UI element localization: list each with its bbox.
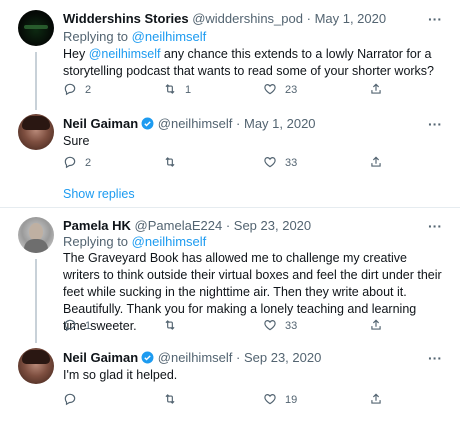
retweet-icon <box>165 157 175 167</box>
tweet-actions: 1 33 <box>63 318 393 334</box>
tweet-header: Widdershins Stories @widdershins_pod · M… <box>63 11 386 27</box>
retweet-count: 1 <box>185 84 192 96</box>
avatar[interactable] <box>18 114 54 150</box>
like-count: 19 <box>285 394 298 406</box>
avatar[interactable] <box>18 10 54 46</box>
author-handle[interactable]: @PamelaE224 <box>135 218 223 233</box>
author-name[interactable]: Widdershins Stories <box>63 11 189 26</box>
author-name[interactable]: Neil Gaiman <box>63 116 138 131</box>
avatar-hair <box>22 116 50 130</box>
reply-count: 2 <box>85 157 92 169</box>
author-name[interactable]: Pamela HK <box>63 218 131 233</box>
like-button[interactable]: 33 <box>263 318 297 334</box>
tweet[interactable]: Neil Gaiman @neilhimself · May 1, 2020 ·… <box>0 107 460 207</box>
author-handle[interactable]: @neilhimself <box>158 350 233 365</box>
share-icon <box>371 319 381 330</box>
tweet-date[interactable]: May 1, 2020 <box>244 116 316 131</box>
like-button[interactable]: 19 <box>263 392 297 408</box>
avatar-logo <box>24 25 48 29</box>
retweet-icon <box>165 394 175 404</box>
replying-mention[interactable]: @neilhimself <box>132 234 207 249</box>
avatar[interactable] <box>18 348 54 384</box>
tweet-header: Neil Gaiman @neilhimself · Sep 23, 2020 <box>63 350 321 366</box>
separator: · <box>236 116 241 131</box>
tweet-date[interactable]: May 1, 2020 <box>315 11 387 26</box>
tweet-text: Sure <box>63 134 90 148</box>
tweet[interactable]: Widdershins Stories @widdershins_pod · M… <box>0 0 460 110</box>
retweet-button[interactable] <box>163 155 185 171</box>
like-count: 23 <box>285 84 298 96</box>
heart-icon <box>264 157 276 168</box>
share-button[interactable] <box>369 82 383 98</box>
reply-icon <box>64 83 76 96</box>
retweet-button[interactable] <box>163 392 185 408</box>
tweet-text: I'm so glad it helped. <box>63 368 178 382</box>
reply-icon <box>64 156 76 169</box>
tweet[interactable]: Pamela HK @PamelaE224 · Sep 23, 2020 ···… <box>0 208 460 343</box>
reply-button[interactable]: 1 <box>63 318 91 334</box>
tweet-actions: 2 33 <box>63 155 393 171</box>
reply-icon <box>64 393 76 406</box>
tweet-mention[interactable]: @neilhimself <box>89 47 161 61</box>
share-icon <box>371 393 381 404</box>
more-options-icon[interactable]: ··· <box>428 219 442 233</box>
replying-to: Replying to @neilhimself <box>63 29 206 45</box>
share-button[interactable] <box>369 392 383 408</box>
author-name[interactable]: Neil Gaiman <box>63 350 138 365</box>
show-replies-link[interactable]: Show replies <box>63 186 135 202</box>
heart-icon <box>264 84 276 95</box>
tweet-header: Neil Gaiman @neilhimself · May 1, 2020 <box>63 116 316 132</box>
share-icon <box>371 83 381 94</box>
replying-prefix: Replying to <box>63 234 129 249</box>
separator: · <box>306 11 311 26</box>
tweet-text-prefix: Hey <box>63 47 89 61</box>
separator: · <box>236 350 241 365</box>
retweet-icon <box>165 320 175 330</box>
tweet-text: Hey @neilhimself any chance this extends… <box>63 46 443 80</box>
retweet-icon <box>165 84 175 94</box>
author-handle[interactable]: @widdershins_pod <box>192 11 303 26</box>
separator: · <box>225 218 231 233</box>
reply-button[interactable]: 2 <box>63 82 91 98</box>
thread-connector <box>35 52 37 110</box>
avatar-body <box>24 239 48 253</box>
tweet-date[interactable]: Sep 23, 2020 <box>244 350 321 365</box>
tweet-header: Pamela HK @PamelaE224 · Sep 23, 2020 <box>63 218 311 234</box>
author-handle[interactable]: @neilhimself <box>158 116 233 131</box>
like-count: 33 <box>285 157 298 169</box>
verified-badge-icon <box>141 351 154 364</box>
more-options-icon[interactable]: ··· <box>428 117 442 131</box>
more-options-icon[interactable]: ··· <box>428 12 442 26</box>
verified-badge-icon <box>141 117 154 130</box>
avatar[interactable] <box>18 217 54 253</box>
tweet-actions: 19 <box>63 392 393 408</box>
like-button[interactable]: 33 <box>263 155 297 171</box>
reply-count: 2 <box>85 84 92 96</box>
heart-icon <box>264 394 276 405</box>
retweet-button[interactable] <box>163 318 185 334</box>
reply-button[interactable]: 2 <box>63 155 91 171</box>
replying-mention[interactable]: @neilhimself <box>132 29 207 44</box>
thread-connector <box>35 259 37 343</box>
tweet-date[interactable]: Sep 23, 2020 <box>234 218 311 233</box>
like-button[interactable]: 23 <box>263 82 297 98</box>
tweet[interactable]: Neil Gaiman @neilhimself · Sep 23, 2020 … <box>0 340 460 423</box>
reply-thread: Widdershins Stories @widdershins_pod · M… <box>0 0 460 423</box>
more-options-icon[interactable]: ··· <box>428 351 442 365</box>
tweet-actions: 2 1 23 <box>63 82 393 98</box>
avatar-hair <box>22 350 50 364</box>
reply-icon <box>64 319 76 332</box>
share-button[interactable] <box>369 318 383 334</box>
replying-prefix: Replying to <box>63 29 129 44</box>
reply-button[interactable] <box>63 392 85 408</box>
reply-count: 1 <box>85 320 92 332</box>
retweet-button[interactable]: 1 <box>163 82 191 98</box>
replying-to: Replying to @neilhimself <box>63 234 206 250</box>
heart-icon <box>264 320 276 331</box>
like-count: 33 <box>285 320 298 332</box>
share-icon <box>371 156 381 167</box>
share-button[interactable] <box>369 155 383 171</box>
